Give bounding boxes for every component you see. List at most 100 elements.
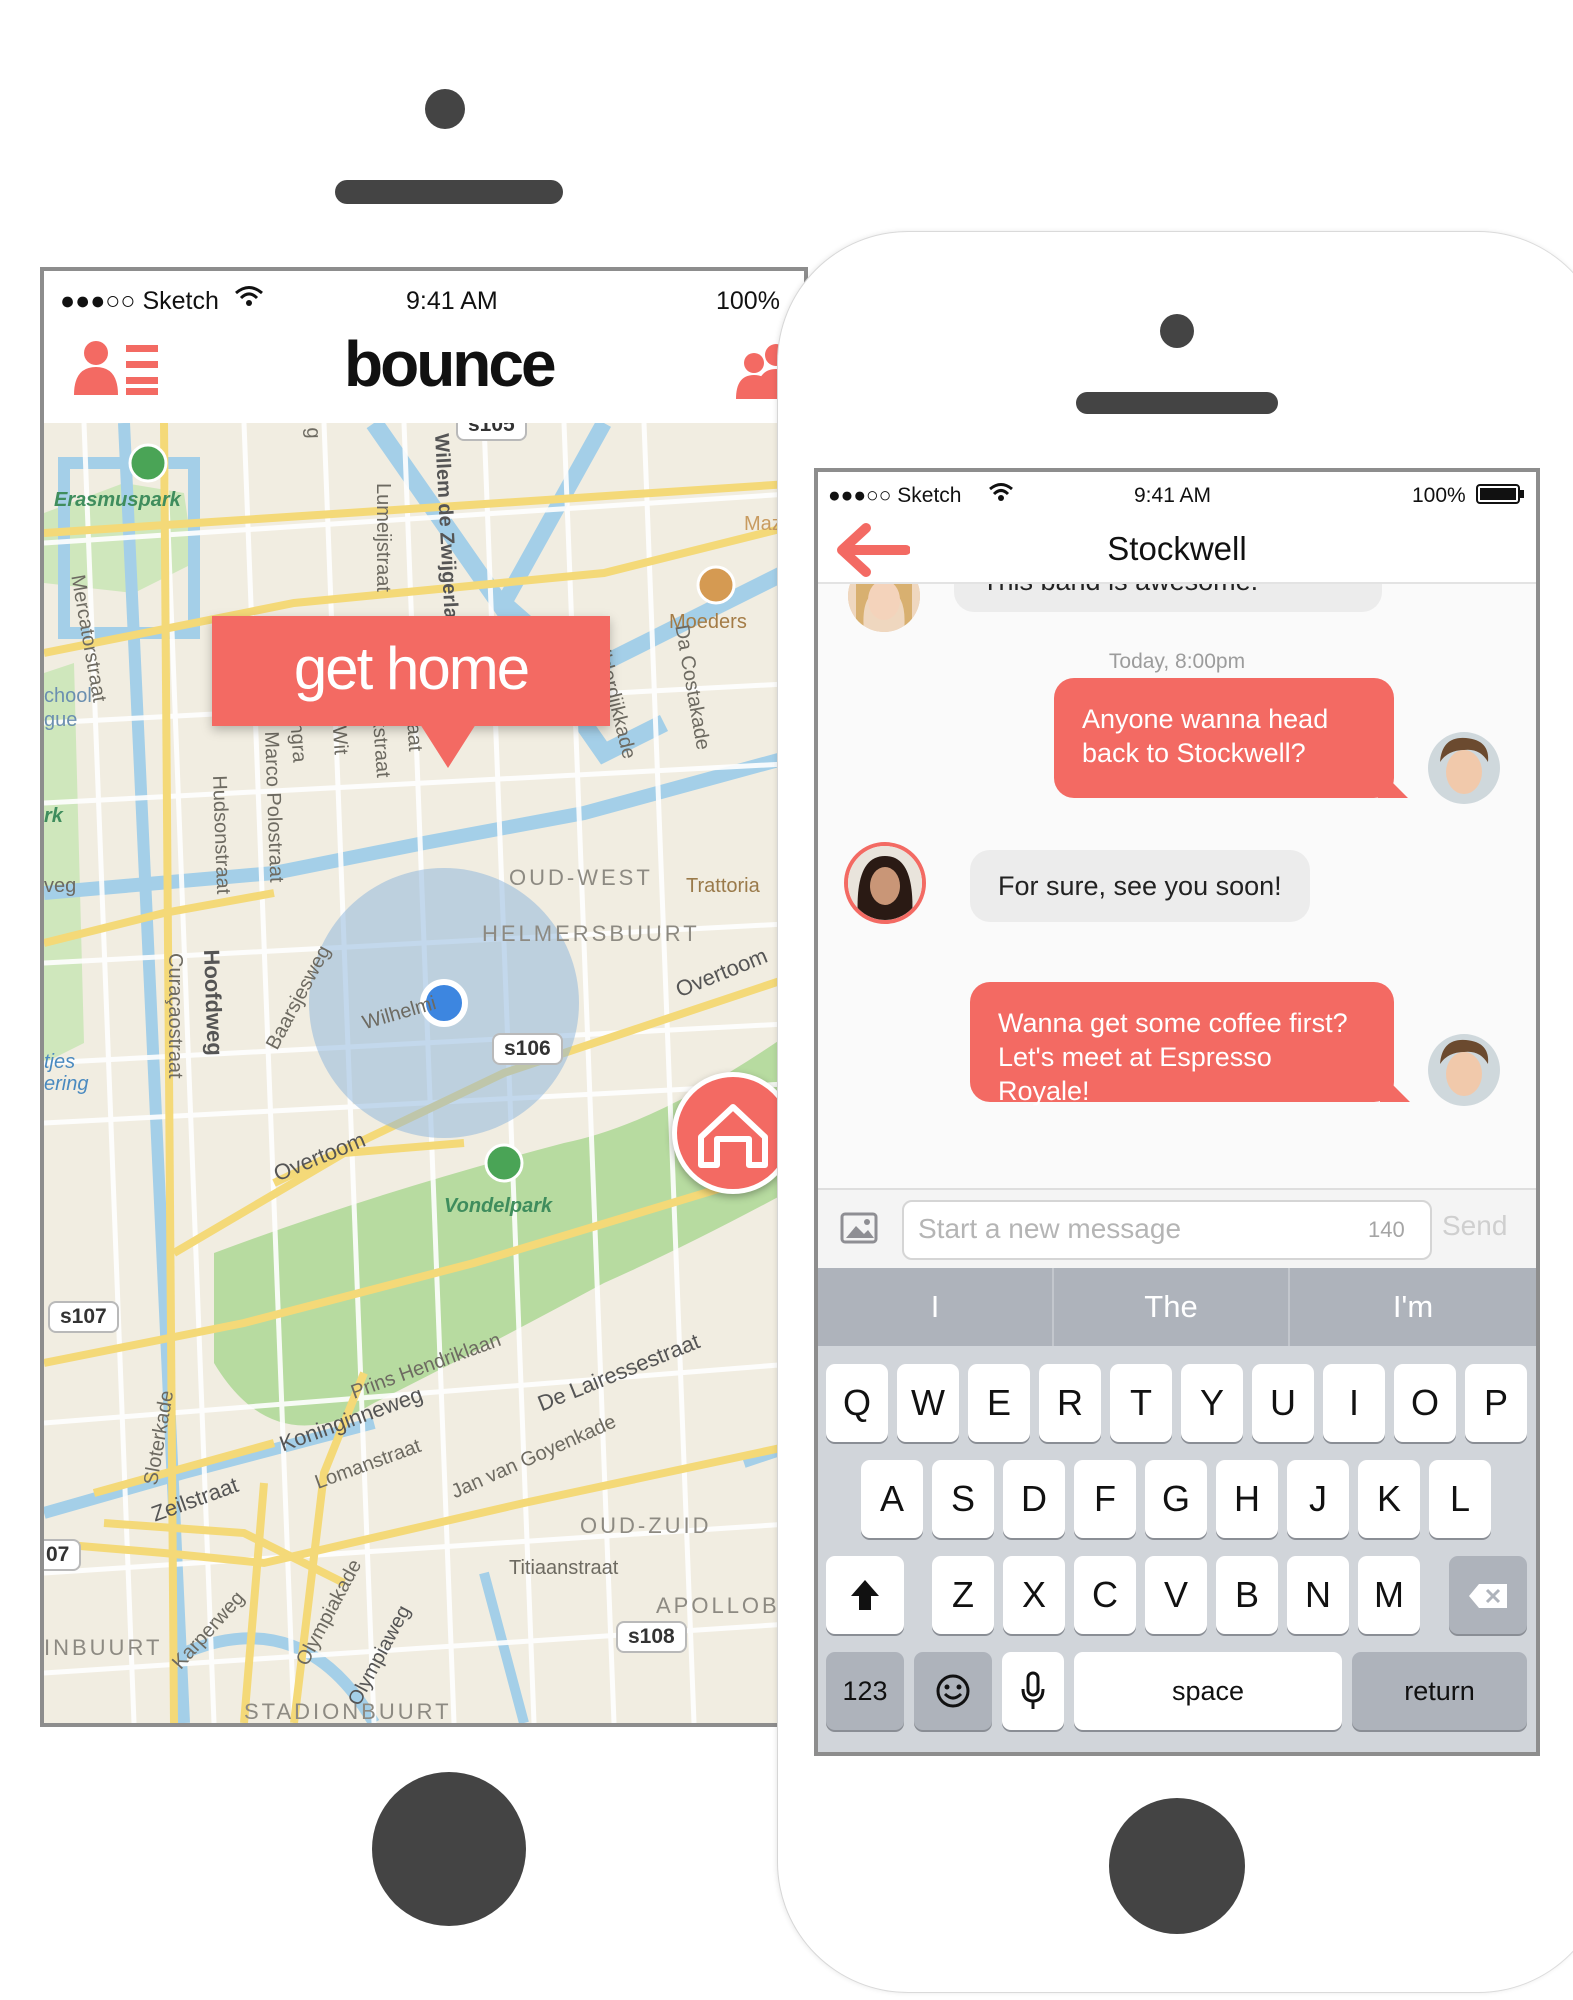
map-label-district: HELMERSBUURT [482, 921, 700, 946]
microphone-icon [1021, 1671, 1045, 1709]
message-input[interactable]: Start a new message 140 [902, 1200, 1432, 1260]
contacts-list-icon[interactable] [72, 339, 162, 395]
message-composer: Start a new message 140 Send [818, 1188, 1536, 1270]
key-e[interactable]: E [968, 1364, 1030, 1442]
left-phone-home-button[interactable] [372, 1772, 526, 1926]
map-label-street: Titiaanstraat [509, 1557, 619, 1579]
map-label-park: Vondelpark [444, 1195, 553, 1217]
carrier-label: ●●●○○ Sketch [828, 484, 962, 507]
map-label: rk [44, 805, 63, 827]
key-v[interactable]: V [1145, 1556, 1207, 1634]
message-list[interactable]: This band is awesome. Today, 8:00pm Anyo… [818, 582, 1536, 1188]
wifi-icon [989, 483, 1013, 501]
key-q[interactable]: Q [826, 1364, 888, 1442]
left-phone-camera [425, 89, 465, 129]
message-placeholder: Start a new message [918, 1213, 1182, 1244]
map-label-street: Hoofdweg [199, 949, 228, 1057]
left-phone-speaker [335, 180, 563, 204]
message-bubble-outgoing: Wanna get some coffee first? Let's meet … [970, 982, 1394, 1106]
backspace-icon [1469, 1584, 1507, 1608]
map-label: tjes [44, 1051, 76, 1073]
right-phone-camera [1160, 314, 1194, 348]
send-button[interactable]: Send [1442, 1210, 1507, 1242]
key-a[interactable]: A [861, 1460, 923, 1538]
photo-attach-icon[interactable] [840, 1212, 878, 1244]
map-label-district: OUD-ZUID [580, 1513, 712, 1538]
avatar-image [1428, 1034, 1500, 1106]
emoji-key[interactable] [914, 1652, 992, 1730]
key-k[interactable]: K [1358, 1460, 1420, 1538]
message-bubble-outgoing: Anyone wanna head back to Stockwell? [1054, 678, 1394, 798]
map-label-street: Lumeijstraat [372, 483, 394, 592]
key-u[interactable]: U [1252, 1364, 1314, 1442]
status-bar: ●●●○○ Sketch 9:41 AM 100% [44, 271, 804, 321]
numbers-key[interactable]: 123 [826, 1652, 904, 1730]
map-label-district: INBUURT [44, 1635, 163, 1660]
battery-label: 100% [1412, 484, 1466, 507]
key-p[interactable]: P [1465, 1364, 1527, 1442]
key-w[interactable]: W [897, 1364, 959, 1442]
battery-label: 100% [716, 287, 780, 315]
nav-bar: bounce [44, 321, 804, 425]
key-b[interactable]: B [1216, 1556, 1278, 1634]
key-y[interactable]: Y [1181, 1364, 1243, 1442]
key-s[interactable]: S [932, 1460, 994, 1538]
key-l[interactable]: L [1429, 1460, 1491, 1538]
shift-key[interactable] [826, 1556, 904, 1634]
home-fab[interactable] [672, 1072, 794, 1194]
right-phone-speaker [1076, 392, 1278, 414]
message-bubble-incoming: For sure, see you soon! [970, 850, 1310, 922]
space-key[interactable]: space [1074, 1652, 1342, 1730]
key-t[interactable]: T [1110, 1364, 1172, 1442]
key-j[interactable]: J [1287, 1460, 1349, 1538]
get-home-callout[interactable]: get home [212, 616, 610, 726]
road-badge: 07 [44, 1539, 82, 1571]
suggestion-3[interactable]: I'm [1290, 1268, 1536, 1346]
road-badge: s106 [492, 1033, 563, 1065]
avatar-image [848, 846, 922, 920]
bubble-tail [1378, 768, 1408, 798]
right-phone-screen: ●●●○○ Sketch 9:41 AM 100% Stockwell This… [814, 468, 1540, 1756]
key-f[interactable]: F [1074, 1460, 1136, 1538]
map-label-street: Hudsonstraat [208, 775, 235, 895]
avatar-blonde-girl [848, 582, 920, 632]
suggestion-2[interactable]: The [1054, 1268, 1290, 1346]
key-i[interactable]: I [1323, 1364, 1385, 1442]
key-m[interactable]: M [1358, 1556, 1420, 1634]
dictation-key[interactable] [1002, 1652, 1064, 1730]
key-o[interactable]: O [1394, 1364, 1456, 1442]
map-label: chool [44, 685, 92, 707]
key-g[interactable]: G [1145, 1460, 1207, 1538]
key-c[interactable]: C [1074, 1556, 1136, 1634]
road-badge: s105 [456, 423, 527, 441]
status-bar: ●●●○○ Sketch 9:41 AM 100% [818, 472, 1536, 508]
chat-header: Stockwell [818, 508, 1536, 584]
keyboard: I The I'm Q W E R T Y U I O P A S D F G … [818, 1268, 1536, 1752]
message-text-line: Wanna get some coffee first? [998, 1008, 1348, 1038]
suggestion-1[interactable]: I [818, 1268, 1054, 1346]
avatar-image [1428, 732, 1500, 804]
key-h[interactable]: H [1216, 1460, 1278, 1538]
map-label: ering [44, 1073, 89, 1095]
key-r[interactable]: R [1039, 1364, 1101, 1442]
chat-title: Stockwell [1107, 530, 1247, 567]
return-key[interactable]: return [1352, 1652, 1527, 1730]
emoji-icon [936, 1674, 970, 1708]
key-n[interactable]: N [1287, 1556, 1349, 1634]
char-counter: 140 [1368, 1217, 1405, 1242]
map-label: gue [44, 709, 78, 731]
key-x[interactable]: X [1003, 1556, 1065, 1634]
left-phone-screen: ●●●○○ Sketch 9:41 AM 100% bounce Erasmus… [40, 267, 808, 1727]
road-badge: s108 [616, 1621, 687, 1653]
map-label-district: APOLLOB [656, 1593, 780, 1618]
road-badge: s107 [48, 1301, 119, 1333]
callout-pointer [420, 724, 476, 768]
key-z[interactable]: Z [932, 1556, 994, 1634]
delete-key[interactable] [1449, 1556, 1527, 1634]
message-text: For sure, see you soon! [998, 871, 1282, 901]
key-d[interactable]: D [1003, 1460, 1065, 1538]
message-text-line: Anyone wanna head [1082, 704, 1329, 734]
right-phone-home-button[interactable] [1109, 1798, 1245, 1934]
shift-icon [851, 1580, 879, 1610]
clock: 9:41 AM [406, 287, 498, 315]
